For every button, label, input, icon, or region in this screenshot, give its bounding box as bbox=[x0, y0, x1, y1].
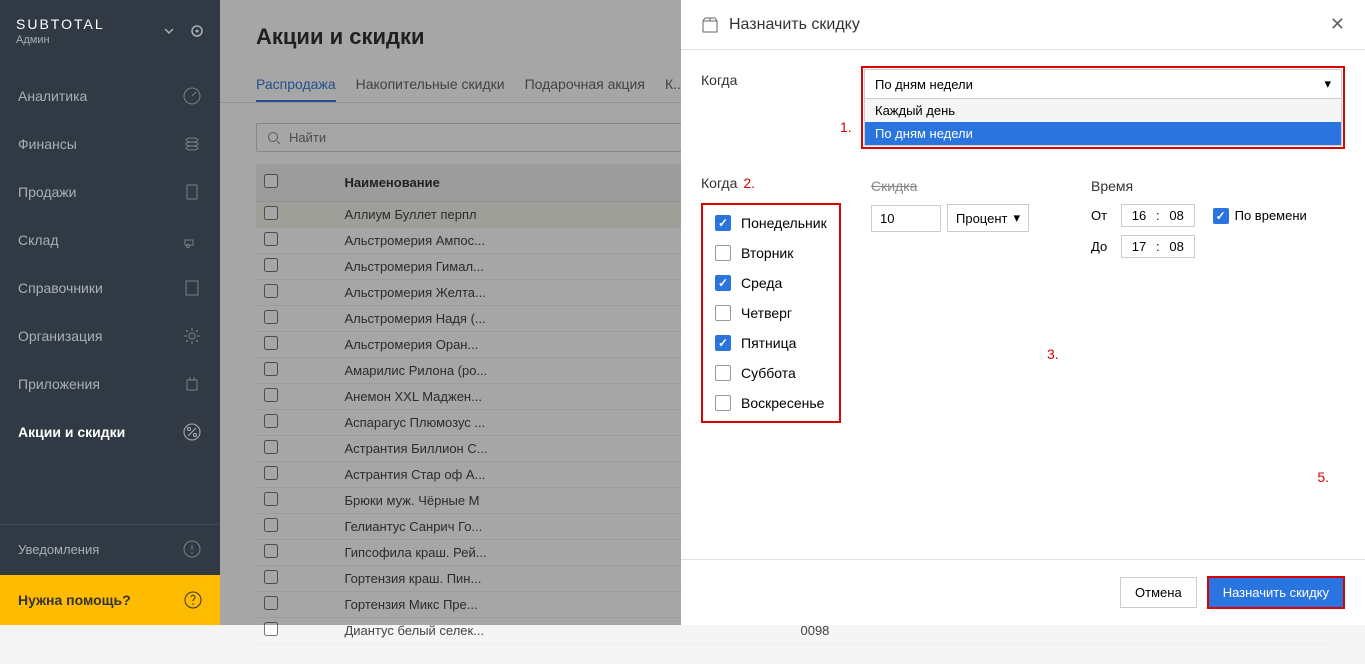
dropdown-value: По дням недели bbox=[875, 77, 973, 92]
sidebar: SUBTOTAL Админ Аналитика Финансы Продажи… bbox=[0, 0, 220, 625]
close-button[interactable]: ✕ bbox=[1330, 14, 1345, 35]
sidebar-menu: Аналитика Финансы Продажи Склад Справочн… bbox=[0, 72, 220, 456]
time-from-label: От bbox=[1091, 208, 1113, 223]
chevron-down-icon[interactable] bbox=[162, 24, 176, 38]
dropdown-opt-weekdays[interactable]: По дням недели bbox=[865, 122, 1341, 145]
package-icon bbox=[701, 16, 719, 34]
day-label: Пятница bbox=[741, 335, 796, 351]
day-item[interactable]: Четверг bbox=[715, 305, 827, 321]
time-to-m[interactable] bbox=[1166, 239, 1188, 254]
when2-label: Когда bbox=[701, 175, 737, 191]
alert-icon bbox=[182, 539, 202, 559]
modal-header: Назначить скидку ✕ bbox=[681, 0, 1365, 50]
discount-modal: Назначить скидку ✕ 1. Когда По дням неде… bbox=[681, 0, 1365, 625]
menu-apps[interactable]: Приложения bbox=[0, 360, 220, 408]
checkbox-icon bbox=[1213, 208, 1229, 224]
menu-finance[interactable]: Финансы bbox=[0, 120, 220, 168]
annotation-3: 3. bbox=[1047, 346, 1059, 362]
menu-organization[interactable]: Организация bbox=[0, 312, 220, 360]
percent-icon bbox=[182, 422, 202, 442]
brand-label: SUBTOTAL bbox=[16, 16, 105, 32]
menu-warehouse[interactable]: Склад bbox=[0, 216, 220, 264]
time-to-label: До bbox=[1091, 239, 1113, 254]
question-icon bbox=[184, 591, 202, 609]
day-item[interactable]: Понедельник bbox=[715, 215, 827, 231]
by-time-checkbox[interactable]: По времени bbox=[1213, 208, 1307, 224]
day-item[interactable]: Суббота bbox=[715, 365, 827, 381]
book-icon bbox=[182, 278, 202, 298]
annotation-1: 1. bbox=[840, 119, 852, 135]
coins-icon bbox=[182, 134, 202, 154]
days-selector: Понедельник Вторник Среда Четверг Пятница Суб… bbox=[701, 203, 841, 423]
checkbox-icon bbox=[715, 215, 731, 231]
day-label: Вторник bbox=[741, 245, 793, 261]
time-from-m[interactable] bbox=[1166, 208, 1188, 223]
target-icon[interactable] bbox=[190, 24, 204, 38]
assign-discount-button[interactable]: Назначить скидку bbox=[1207, 576, 1345, 609]
day-label: Среда bbox=[741, 275, 782, 291]
day-item[interactable]: Пятница bbox=[715, 335, 827, 351]
caret-down-icon: ▾ bbox=[1324, 76, 1331, 92]
modal-overlay[interactable] bbox=[220, 0, 683, 625]
forklift-icon bbox=[182, 230, 202, 250]
day-label: Четверг bbox=[741, 305, 792, 321]
checkbox-icon bbox=[715, 245, 731, 261]
user-role: Админ bbox=[16, 34, 105, 46]
menu-discounts[interactable]: Акции и скидки bbox=[0, 408, 220, 456]
plugin-icon bbox=[182, 374, 202, 394]
time-to-h[interactable] bbox=[1128, 239, 1150, 254]
menu-analytics[interactable]: Аналитика bbox=[0, 72, 220, 120]
discount-label: Скидка bbox=[871, 178, 1071, 194]
checkbox-icon bbox=[715, 365, 731, 381]
discount-type-select[interactable]: Процент ▾ bbox=[947, 204, 1029, 232]
gear-icon bbox=[182, 326, 202, 346]
caret-down-icon: ▾ bbox=[1013, 210, 1020, 226]
discount-value-input[interactable] bbox=[871, 205, 941, 232]
time-from-input[interactable]: : bbox=[1121, 204, 1195, 227]
day-item[interactable]: Вторник bbox=[715, 245, 827, 261]
checkbox-icon bbox=[715, 335, 731, 351]
receipt-icon bbox=[182, 182, 202, 202]
modal-footer: Отмена Назначить скидку bbox=[681, 559, 1365, 625]
cancel-button[interactable]: Отмена bbox=[1120, 577, 1197, 608]
checkbox-icon bbox=[715, 305, 731, 321]
day-label: Суббота bbox=[741, 365, 796, 381]
day-item[interactable]: Среда bbox=[715, 275, 827, 291]
when-label: Когда bbox=[701, 66, 861, 88]
time-from-h[interactable] bbox=[1128, 208, 1150, 223]
checkbox-icon bbox=[715, 275, 731, 291]
day-item[interactable]: Воскресенье bbox=[715, 395, 827, 411]
time-label: Время bbox=[1091, 178, 1307, 194]
menu-directories[interactable]: Справочники bbox=[0, 264, 220, 312]
dropdown-opt-daily[interactable]: Каждый день bbox=[865, 99, 1341, 122]
time-to-input[interactable]: : bbox=[1121, 235, 1195, 258]
day-label: Воскресенье bbox=[741, 395, 824, 411]
menu-notifications[interactable]: Уведомления bbox=[0, 524, 220, 573]
modal-title-text: Назначить скидку bbox=[729, 16, 860, 34]
help-button[interactable]: Нужна помощь? bbox=[0, 575, 220, 625]
when-dropdown[interactable]: По дням недели ▾ Каждый день По дням нед… bbox=[861, 66, 1345, 149]
menu-sales[interactable]: Продажи bbox=[0, 168, 220, 216]
annotation-2: 2. bbox=[743, 175, 755, 191]
annotation-5: 5. bbox=[1317, 469, 1329, 485]
day-label: Понедельник bbox=[741, 215, 827, 231]
gauge-icon bbox=[182, 86, 202, 106]
sidebar-header: SUBTOTAL Админ bbox=[0, 0, 220, 62]
checkbox-icon bbox=[715, 395, 731, 411]
